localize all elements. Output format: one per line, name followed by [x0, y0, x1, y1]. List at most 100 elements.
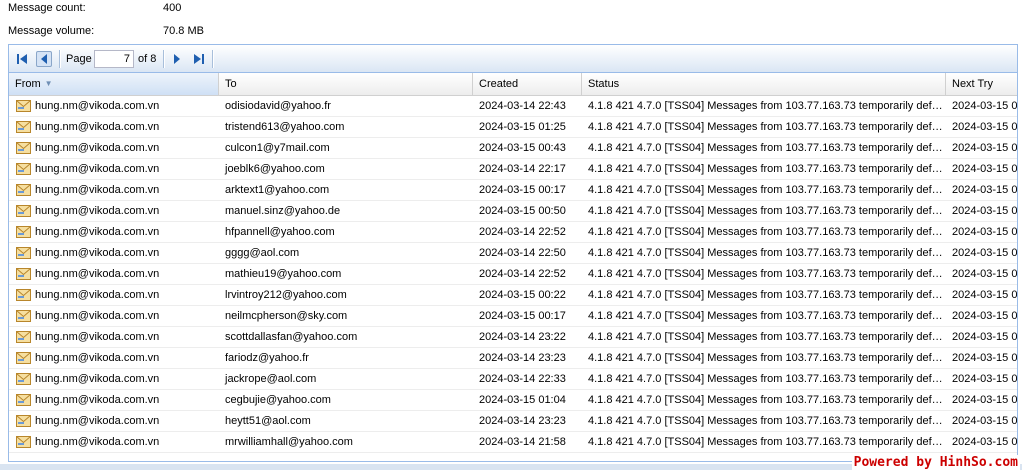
mail-envelope-icon	[16, 310, 31, 322]
cell-text: 2024-03-15 0	[952, 436, 1018, 448]
watermark: Powered by HinhSo.com	[851, 455, 1020, 470]
cell-created: 2024-03-14 23:23	[473, 348, 582, 368]
cell-text: 4.1.8 421 4.7.0 [TSS04] Messages from 10…	[588, 394, 946, 406]
cell-text: 4.1.8 421 4.7.0 [TSS04] Messages from 10…	[588, 121, 946, 133]
column-header-from[interactable]: From ▼	[9, 73, 219, 95]
prev-page-button[interactable]	[36, 51, 52, 67]
cell-from: hung.nm@vikoda.com.vn	[9, 159, 219, 179]
table-row[interactable]: hung.nm@vikoda.com.vn lrvintroy212@yahoo.…	[9, 285, 1017, 306]
cell-text: 2024-03-15 00:50	[479, 205, 566, 217]
cell-text: tristend613@yahoo.com	[225, 121, 345, 133]
table-row[interactable]: hung.nm@vikoda.com.vn neilmcpherson@sky.c…	[9, 306, 1017, 327]
cell-text: scottdallasfan@yahoo.com	[225, 331, 358, 343]
cell-text: 2024-03-14 23:22	[479, 331, 566, 343]
cell-text: joeblk6@yahoo.com	[225, 163, 325, 175]
cell-from: hung.nm@vikoda.com.vn	[9, 348, 219, 368]
next-page-button[interactable]	[169, 51, 185, 67]
cell-status: 4.1.8 421 4.7.0 [TSS04] Messages from 10…	[582, 369, 946, 389]
cell-to: joeblk6@yahoo.com	[219, 159, 473, 179]
queue-stats: Message count: 400 Message volume: 70.8 …	[0, 0, 1022, 44]
cell-text: 2024-03-15 0	[952, 310, 1018, 322]
cell-next-try: 2024-03-15 0	[946, 348, 1017, 368]
cell-to: mathieu19@yahoo.com	[219, 264, 473, 284]
cell-to: arktext1@yahoo.com	[219, 180, 473, 200]
cell-text: hung.nm@vikoda.com.vn	[35, 331, 160, 343]
cell-text: hung.nm@vikoda.com.vn	[35, 226, 160, 238]
table-row[interactable]: hung.nm@vikoda.com.vn mathieu19@yahoo.com…	[9, 264, 1017, 285]
table-row[interactable]: hung.nm@vikoda.com.vn tristend613@yahoo.c…	[9, 117, 1017, 138]
table-row[interactable]: hung.nm@vikoda.com.vn cegbujie@yahoo.com 2…	[9, 390, 1017, 411]
mail-envelope-icon	[16, 436, 31, 448]
cell-text: 2024-03-15 00:17	[479, 310, 566, 322]
cell-created: 2024-03-14 21:58	[473, 432, 582, 452]
table-row[interactable]: hung.nm@vikoda.com.vn hfpannell@yahoo.com…	[9, 222, 1017, 243]
mail-envelope-icon	[16, 100, 31, 112]
cell-from: hung.nm@vikoda.com.vn	[9, 432, 219, 452]
cell-text: 2024-03-15 01:25	[479, 121, 566, 133]
mail-envelope-icon	[16, 268, 31, 280]
cell-to: scottdallasfan@yahoo.com	[219, 327, 473, 347]
table-row[interactable]: hung.nm@vikoda.com.vn odisiodavid@yahoo.f…	[9, 96, 1017, 117]
mail-envelope-icon	[16, 352, 31, 364]
column-header-label: Next Try	[952, 78, 993, 90]
cell-text: 2024-03-14 22:52	[479, 268, 566, 280]
cell-to: jackrope@aol.com	[219, 369, 473, 389]
table-row[interactable]: hung.nm@vikoda.com.vn gggg@aol.com 2024-03…	[9, 243, 1017, 264]
prev-page-icon	[41, 54, 47, 64]
first-page-button[interactable]	[14, 51, 30, 67]
cell-text: 2024-03-14 23:23	[479, 352, 566, 364]
mail-envelope-icon	[16, 226, 31, 238]
cell-from: hung.nm@vikoda.com.vn	[9, 369, 219, 389]
cell-text: hung.nm@vikoda.com.vn	[35, 247, 160, 259]
cell-from: hung.nm@vikoda.com.vn	[9, 96, 219, 116]
cell-text: hung.nm@vikoda.com.vn	[35, 289, 160, 301]
table-row[interactable]: hung.nm@vikoda.com.vn scottdallasfan@yaho…	[9, 327, 1017, 348]
cell-text: jackrope@aol.com	[225, 373, 317, 385]
table-row[interactable]: hung.nm@vikoda.com.vn manuel.sinz@yahoo.d…	[9, 201, 1017, 222]
cell-text: 2024-03-14 22:52	[479, 226, 566, 238]
cell-text: 4.1.8 421 4.7.0 [TSS04] Messages from 10…	[588, 247, 946, 259]
cell-text: neilmcpherson@sky.com	[225, 310, 348, 322]
cell-text: mathieu19@yahoo.com	[225, 268, 342, 280]
cell-created: 2024-03-15 00:17	[473, 180, 582, 200]
table-row[interactable]: hung.nm@vikoda.com.vn jackrope@aol.com 202…	[9, 369, 1017, 390]
table-row[interactable]: hung.nm@vikoda.com.vn joeblk6@yahoo.com 20…	[9, 159, 1017, 180]
table-row[interactable]: hung.nm@vikoda.com.vn mrwilliamhall@yahoo…	[9, 432, 1017, 453]
column-header-to[interactable]: To	[219, 73, 473, 95]
page-count-label: of 8	[138, 53, 157, 65]
cell-text: 2024-03-15 0	[952, 163, 1018, 175]
toolbar-separator	[212, 50, 214, 68]
message-count-value: 400	[163, 2, 182, 14]
table-row[interactable]: hung.nm@vikoda.com.vn heytt51@aol.com 2024…	[9, 411, 1017, 432]
cell-created: 2024-03-15 01:04	[473, 390, 582, 410]
cell-text: odisiodavid@yahoo.fr	[225, 100, 331, 112]
cell-from: hung.nm@vikoda.com.vn	[9, 222, 219, 242]
page-number-input[interactable]	[94, 50, 134, 68]
table-row[interactable]: hung.nm@vikoda.com.vn culcon1@y7mail.com 2…	[9, 138, 1017, 159]
last-page-icon	[194, 54, 204, 64]
cell-text: 4.1.8 421 4.7.0 [TSS04] Messages from 10…	[588, 289, 946, 301]
table-row[interactable]: hung.nm@vikoda.com.vn arktext1@yahoo.com 2…	[9, 180, 1017, 201]
mail-envelope-icon	[16, 415, 31, 427]
cell-next-try: 2024-03-15 0	[946, 327, 1017, 347]
cell-next-try: 2024-03-15 0	[946, 369, 1017, 389]
column-header-next-try[interactable]: Next Try	[946, 73, 1017, 95]
cell-text: hung.nm@vikoda.com.vn	[35, 415, 160, 427]
cell-text: hung.nm@vikoda.com.vn	[35, 163, 160, 175]
cell-text: lrvintroy212@yahoo.com	[225, 289, 347, 301]
cell-text: hung.nm@vikoda.com.vn	[35, 394, 160, 406]
cell-text: 2024-03-15 00:17	[479, 184, 566, 196]
cell-text: mrwilliamhall@yahoo.com	[225, 436, 353, 448]
table-row[interactable]: hung.nm@vikoda.com.vn fariodz@yahoo.fr 202…	[9, 348, 1017, 369]
cell-text: 4.1.8 421 4.7.0 [TSS04] Messages from 10…	[588, 436, 946, 448]
last-page-button[interactable]	[191, 51, 207, 67]
column-header-status[interactable]: Status	[582, 73, 946, 95]
column-header-created[interactable]: Created	[473, 73, 582, 95]
mail-envelope-icon	[16, 394, 31, 406]
cell-created: 2024-03-15 01:25	[473, 117, 582, 137]
cell-created: 2024-03-15 00:22	[473, 285, 582, 305]
cell-next-try: 2024-03-15 0	[946, 243, 1017, 263]
cell-from: hung.nm@vikoda.com.vn	[9, 306, 219, 326]
page-label: Page	[66, 53, 92, 65]
cell-from: hung.nm@vikoda.com.vn	[9, 285, 219, 305]
